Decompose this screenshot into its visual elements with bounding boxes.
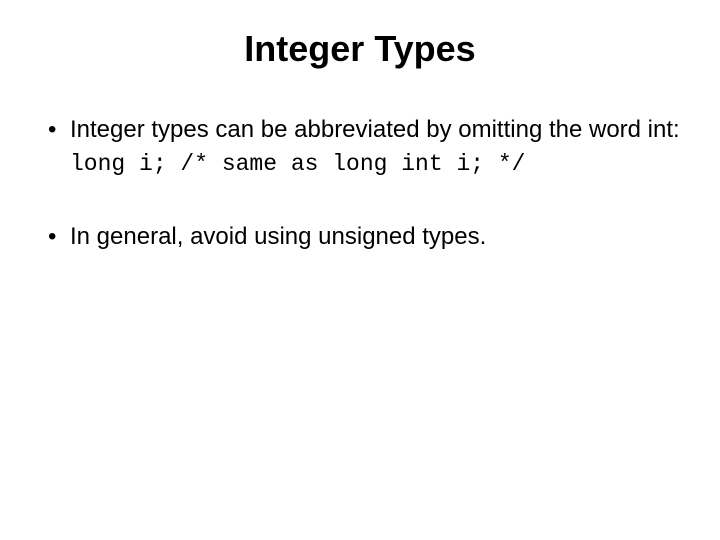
bullet-list: Integer types can be abbreviated by omit…: [30, 114, 690, 145]
bullet-list-2: In general, avoid using unsigned types.: [30, 221, 690, 252]
code-example: long i; /* same as long int i; */: [30, 151, 690, 177]
bullet-item-2: In general, avoid using unsigned types.: [48, 221, 690, 252]
slide-title: Integer Types: [30, 28, 690, 70]
bullet-item-1: Integer types can be abbreviated by omit…: [48, 114, 690, 145]
